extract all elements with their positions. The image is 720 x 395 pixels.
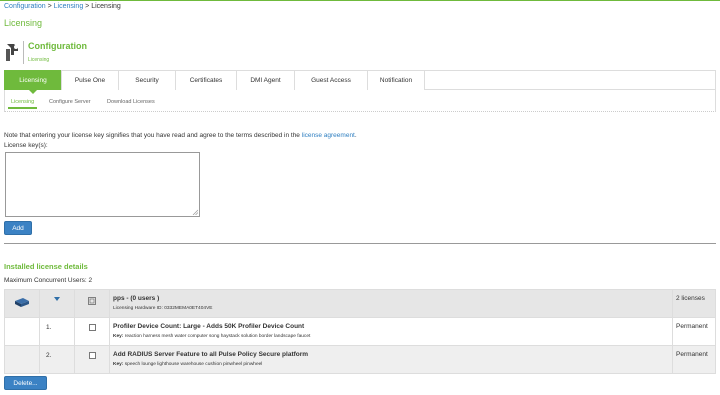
tab-guest-access[interactable]: Guest Access [294,70,367,90]
license-key: Key: speech lounge lighthouse warehouse … [113,362,672,367]
table-row: 2. Add RADIUS Server Feature to all Puls… [4,345,716,374]
hardware-id-value: 0332MEMA0ET404VE [164,306,213,311]
breadcrumb-separator: > [85,3,90,10]
table-row: 1. Profiler Device Count: Large - Adds 5… [4,317,716,346]
page-title: Licensing [4,18,43,28]
license-table: pps - (0 users ) Licensing Hardware ID: … [4,289,716,374]
row-checkbox[interactable] [88,324,96,331]
hardware-id: Licensing Hardware ID: 0332MEMA0ET404VE [113,306,672,311]
license-key: Key: reaction harness mesh water compute… [113,334,672,339]
license-agreement-link[interactable]: license agreement [302,132,355,139]
tab-certificates[interactable]: Certificates [175,70,236,90]
key-label: Key: [113,334,124,339]
select-all-icon[interactable] [88,297,96,305]
subtab-configure-server[interactable]: Configure Server [49,99,91,105]
license-title: Profiler Device Count: Large - Adds 50K … [113,323,305,330]
tab-pulse-one[interactable]: Pulse One [61,70,118,90]
row-index: 1. [46,324,52,331]
notice-text: Note that entering your license key sign… [4,132,300,139]
license-title: Add RADIUS Server Feature to all Pulse P… [113,351,309,358]
config-title: Configuration [28,41,87,51]
config-subtitle: Licensing [28,57,50,63]
top-accent-line [0,0,720,1]
tab-bar: Licensing Pulse One Security Certificate… [4,70,716,94]
tab-licensing[interactable]: Licensing [4,70,61,94]
key-value: speech lounge lighthouse warehouse cushi… [124,362,263,367]
tab-security[interactable]: Security [118,70,175,90]
key-label: Key: [113,362,124,367]
subtab-licensing[interactable]: Licensing [7,99,38,109]
resize-grip-icon[interactable] [192,209,198,215]
row-index: 2. [46,352,52,359]
license-count: 2 licenses [672,289,716,318]
add-button[interactable]: Add [4,221,32,235]
subtab-download-licenses[interactable]: Download Licenses [107,99,155,105]
table-header-row: pps - (0 users ) Licensing Hardware ID: … [4,289,716,318]
max-concurrent-users: Maximum Concurrent Users: 2 [4,277,93,284]
breadcrumb: Configuration > Licensing > Licensing [4,3,121,10]
breadcrumb-separator: > [47,3,52,10]
wrench-icon [6,44,18,61]
license-key-label: License key(s): [4,142,48,149]
license-term: Permanent [672,317,716,346]
tab-bar-spacer [425,70,716,89]
appliance-icon [15,298,29,307]
tab-notification[interactable]: Notification [367,70,425,90]
header-separator [23,41,24,64]
breadcrumb-current: Licensing [91,3,121,10]
license-key-input[interactable] [5,152,200,217]
notice-suffix: . [354,132,357,139]
delete-button[interactable]: Delete... [4,376,47,390]
sort-down-icon[interactable] [54,297,60,302]
breadcrumb-configuration[interactable]: Configuration [4,3,46,10]
row-checkbox[interactable] [88,352,96,359]
license-term: Permanent [672,345,716,374]
breadcrumb-licensing[interactable]: Licensing [54,3,84,10]
tab-dmi-agent[interactable]: DMI Agent [236,70,294,90]
sub-navigation: Licensing Configure Server Download Lice… [4,90,716,112]
installed-license-title: Installed license details [4,262,88,271]
section-divider [4,243,716,244]
hardware-id-label: Licensing Hardware ID: [113,306,163,311]
group-title: pps - (0 users ) [113,295,160,302]
key-value: reaction harness mesh water computer son… [124,334,311,339]
license-notice: Note that entering your license key sign… [4,132,357,139]
